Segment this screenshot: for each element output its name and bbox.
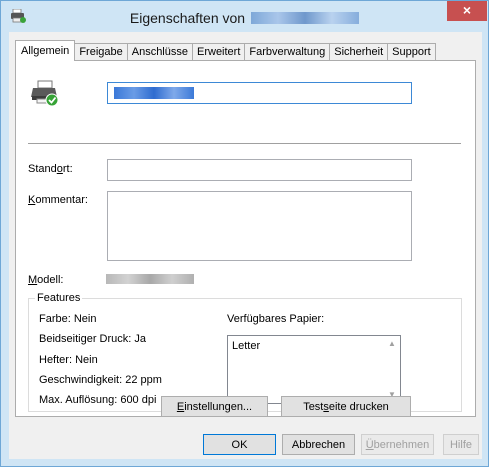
tab-farbverwaltung[interactable]: Farbverwaltung — [244, 43, 331, 61]
cancel-button[interactable]: Abbrechen — [282, 434, 355, 455]
features-legend: Features — [35, 292, 83, 304]
feature-color: Farbe: Nein — [39, 313, 97, 325]
features-group: Features Farbe: Nein Beidseitiger Druck:… — [28, 292, 462, 412]
tab-sicherheit[interactable]: Sicherheit — [329, 43, 389, 61]
tab-anschluesse[interactable]: Anschlüsse — [126, 43, 193, 61]
tab-freigabe[interactable]: Freigabe — [74, 43, 128, 61]
window-title: Eigenschaften von — [1, 10, 488, 26]
scroll-up-icon[interactable]: ▲ — [388, 339, 396, 348]
tab-allgemein[interactable]: Allgemein — [15, 40, 76, 61]
comment-label: Kommentar: — [28, 194, 88, 206]
ok-button[interactable]: OK — [203, 434, 276, 455]
paper-label: Verfügbares Papier: — [227, 313, 325, 325]
window-title-text: Eigenschaften von — [129, 10, 246, 26]
list-item[interactable]: Letter — [232, 340, 260, 352]
feature-speed: Geschwindigkeit: 22 ppm — [39, 374, 162, 386]
comment-textarea[interactable] — [107, 191, 412, 261]
print-test-page-button[interactable]: Testseite drucken — [281, 396, 411, 417]
printer-name-input[interactable] — [107, 82, 412, 104]
title-bar[interactable]: Eigenschaften von × — [1, 1, 488, 33]
printer-icon — [31, 80, 59, 107]
redacted-model-name — [106, 274, 194, 284]
apply-button[interactable]: Übernehmen — [361, 434, 434, 455]
tab-support[interactable]: Support — [387, 43, 436, 61]
location-label: Standort: — [28, 163, 73, 175]
location-input[interactable] — [107, 159, 412, 181]
redacted-printer-name — [251, 12, 360, 24]
dialog-client: Allgemein Freigabe Anschlüsse Erweitert … — [9, 32, 482, 459]
general-tab-panel: Standort: Kommentar: Modell: Features Fa… — [15, 60, 476, 417]
separator — [28, 143, 461, 144]
model-label: Modell: — [28, 274, 64, 286]
settings-button[interactable]: Einstellungen... — [161, 396, 268, 417]
feature-resolution: Max. Auflösung: 600 dpi — [39, 394, 157, 406]
tab-strip: Allgemein Freigabe Anschlüsse Erweitert … — [15, 40, 436, 61]
help-button[interactable]: Hilfe — [443, 434, 479, 455]
feature-staple: Hefter: Nein — [39, 354, 98, 366]
redacted-printer-name — [114, 87, 194, 99]
paper-scrollbar[interactable]: ▲ ▼ — [384, 336, 400, 403]
feature-duplex: Beidseitiger Druck: Ja — [39, 333, 146, 345]
close-button[interactable]: × — [447, 1, 487, 21]
properties-dialog: Eigenschaften von × Allgemein Freigabe A… — [0, 0, 489, 467]
tab-erweitert[interactable]: Erweitert — [192, 43, 246, 61]
paper-listbox[interactable]: Letter ▲ ▼ — [227, 335, 401, 404]
